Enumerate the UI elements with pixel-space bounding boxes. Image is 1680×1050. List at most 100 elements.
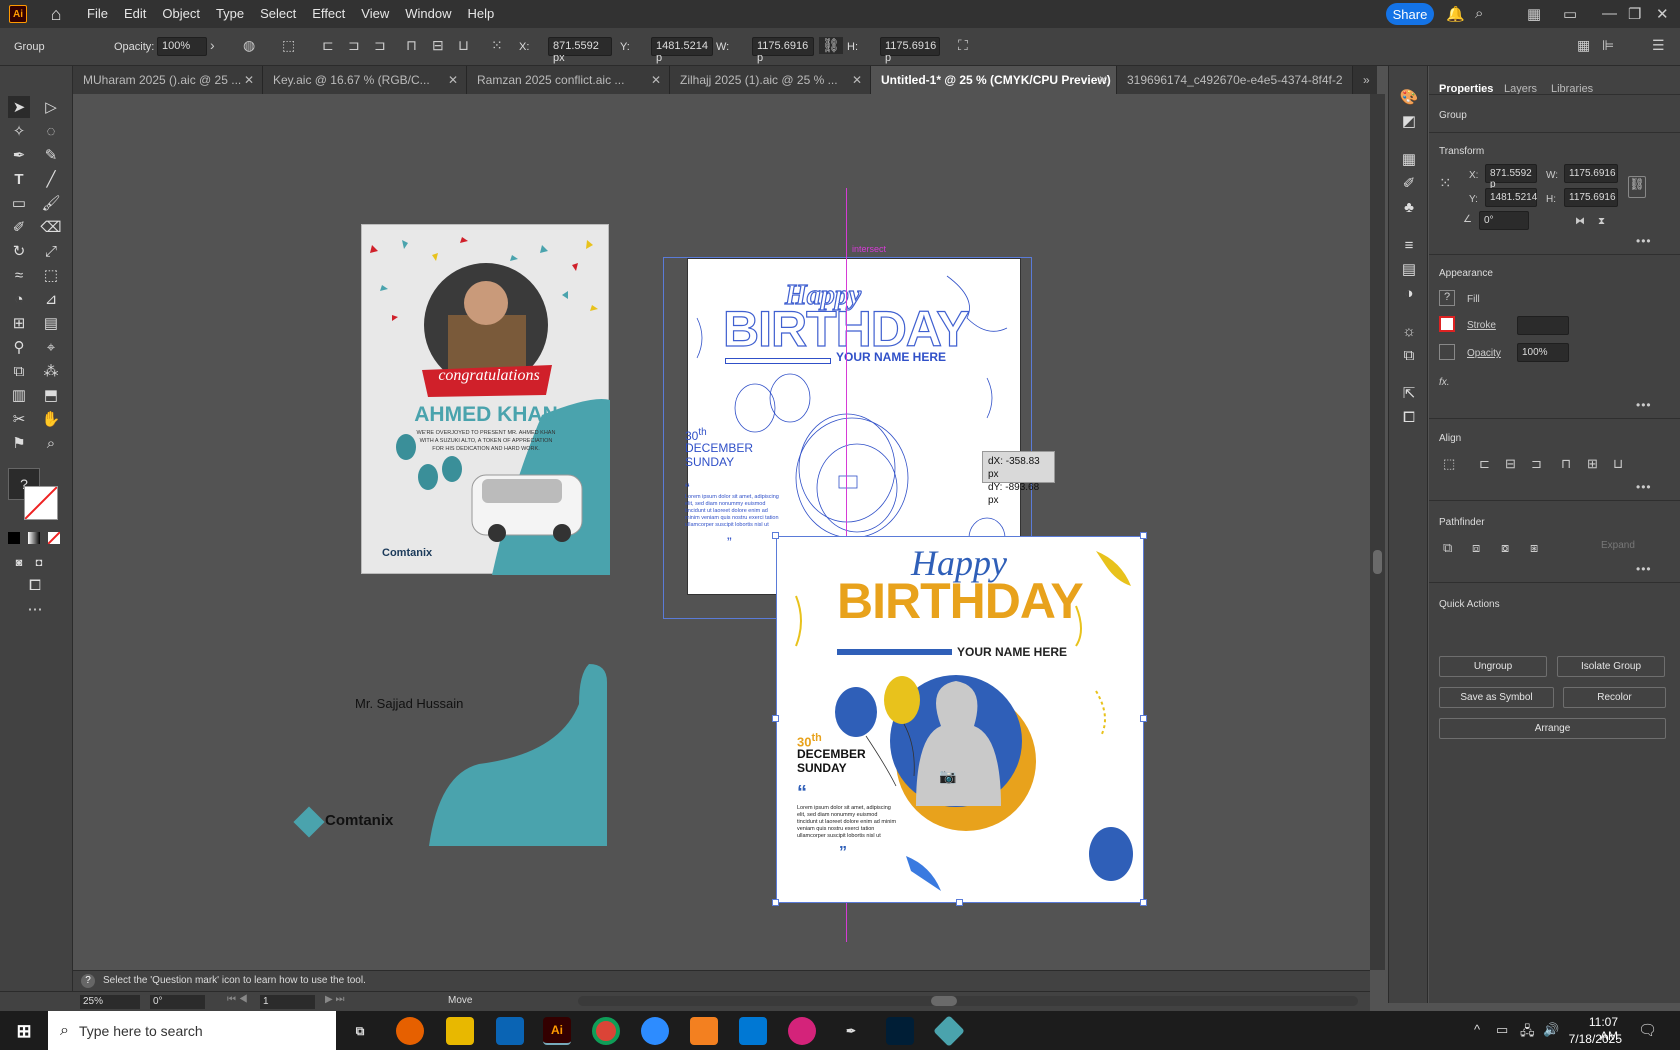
fill-question-icon[interactable]: ? — [1439, 290, 1455, 306]
taskbar-search[interactable]: ⌕ Type here to search — [48, 1011, 336, 1050]
align-bottom-icon[interactable]: ⊔ — [458, 37, 469, 54]
comtanix-app-icon[interactable] — [933, 1015, 965, 1047]
align-middle-icon[interactable]: ⊟ — [432, 37, 444, 54]
chrome-icon[interactable] — [592, 1017, 620, 1045]
shape-builder-icon[interactable]: ◔ — [8, 288, 30, 310]
align-center-icon[interactable]: ⊐ — [348, 37, 360, 54]
align-center-icon[interactable]: ⊟ — [1505, 456, 1516, 472]
opacity-label[interactable]: Opacity — [1467, 348, 1501, 359]
reference-point-icon[interactable]: ⁙ — [491, 37, 503, 54]
free-transform-icon[interactable]: ⬚ — [40, 264, 62, 286]
magic-wand-icon[interactable]: ✧ — [8, 120, 30, 142]
minus-front-icon[interactable]: ⧈ — [1472, 540, 1480, 556]
draw-behind-icon[interactable]: ◘ — [28, 552, 50, 574]
stroke-label[interactable]: Stroke — [1467, 320, 1496, 331]
gradient-panel-icon[interactable]: ▤ — [1398, 258, 1420, 280]
gradient-swatch[interactable] — [28, 532, 40, 544]
resize-handle[interactable] — [956, 899, 963, 906]
menu-effect[interactable]: Effect — [304, 0, 353, 28]
tab-doc-3[interactable]: Ramzan 2025 conflict.aic ... ✕ — [467, 66, 670, 94]
none-swatch[interactable] — [47, 531, 61, 545]
menu-help[interactable]: Help — [459, 0, 502, 28]
close-icon[interactable]: ✕ — [448, 73, 458, 87]
tab-doc-4[interactable]: Zilhajj 2025 (1).aic @ 25 % ... ✕ — [670, 66, 871, 94]
artwork-congratulations[interactable]: congratulations AHMED KHAN WE'RE OVERJOY… — [361, 224, 610, 575]
fx-button[interactable]: fx. — [1439, 377, 1450, 388]
recolor-button[interactable]: Recolor — [1563, 687, 1666, 708]
rotation-field[interactable]: 0° — [150, 995, 205, 1009]
rotate-tool-icon[interactable]: ↻ — [8, 240, 30, 262]
flip-vertical-icon[interactable]: ⧗ — [1598, 216, 1605, 227]
vscode-icon[interactable] — [496, 1017, 524, 1045]
creative-cloud-icon[interactable] — [788, 1017, 816, 1045]
align-top-icon[interactable]: ⊓ — [1561, 456, 1571, 472]
y-field[interactable]: 1481.5214 p — [651, 37, 713, 64]
slice-tool-icon[interactable]: ✂ — [8, 408, 30, 430]
menu-window[interactable]: Window — [397, 0, 459, 28]
transform-x-field[interactable]: 871.5592 p — [1485, 164, 1537, 190]
transform-y-field[interactable]: 1481.5214 — [1485, 188, 1537, 207]
align-to-icon[interactable]: ⬚ — [1443, 456, 1455, 472]
menu-type[interactable]: Type — [208, 0, 252, 28]
direct-selection-tool-icon[interactable]: ▷ — [40, 96, 62, 118]
type-tool-icon[interactable]: T — [8, 168, 30, 190]
close-icon[interactable]: ✕ — [244, 73, 254, 87]
tab-doc-6[interactable]: 319696174_c492670e-e4e5-4374-8f4f-2 — [1117, 66, 1353, 94]
task-view-icon[interactable]: ⧉ — [346, 1017, 374, 1045]
close-icon[interactable]: ✕ — [1656, 5, 1669, 23]
puppet-warp-icon[interactable]: ⚑ — [8, 432, 30, 454]
panel-options-icon[interactable]: ⊫ — [1602, 37, 1614, 54]
arrange-icon[interactable]: ▦ — [1577, 37, 1590, 54]
tab-doc-active[interactable]: Untitled-1* @ 25 % (CMYK/CPU Preview) ✕ — [871, 66, 1117, 94]
menu-object[interactable]: Object — [154, 0, 208, 28]
stroke-swatch[interactable] — [24, 486, 58, 520]
arrange-button[interactable]: Arrange — [1439, 718, 1666, 739]
graphic-styles-icon[interactable]: ⧉ — [1398, 344, 1420, 366]
link-icon[interactable]: ⛓ — [819, 37, 843, 54]
lasso-icon[interactable]: ◌ — [40, 120, 62, 142]
selection-tool-icon[interactable]: ➤ — [8, 96, 30, 118]
minimize-icon[interactable]: — — [1602, 5, 1617, 22]
graph-tool-icon[interactable]: ▥ — [8, 384, 30, 406]
transform-w-field[interactable]: 1175.6916 — [1564, 164, 1618, 183]
recolor-icon[interactable]: ◍ — [243, 37, 255, 54]
unite-icon[interactable]: ⧉ — [1443, 540, 1452, 556]
scroll-thumb[interactable] — [931, 996, 957, 1006]
windows-start-icon[interactable]: ⊞ — [10, 1017, 38, 1045]
chevron-right-icon[interactable]: › — [210, 37, 215, 53]
more-options-icon[interactable]: ••• — [1636, 234, 1652, 248]
photoshop-icon[interactable] — [886, 1017, 914, 1045]
prev-artboard-icon[interactable]: ⏮ ◀ — [227, 994, 248, 1005]
vertical-scrollbar[interactable] — [1370, 94, 1385, 970]
draw-normal-icon[interactable]: ◙ — [8, 552, 30, 574]
resize-handle[interactable] — [772, 899, 779, 906]
artboard-tool-icon[interactable]: ⬒ — [40, 384, 62, 406]
measure-icon[interactable]: ⌖ — [40, 336, 62, 358]
warp-tool-icon[interactable]: ≈ — [8, 264, 30, 286]
teal-shape[interactable] — [429, 664, 619, 846]
exclude-icon[interactable]: ⧆ — [1530, 540, 1538, 556]
color-guide-icon[interactable]: ◩ — [1398, 110, 1420, 132]
share-button[interactable]: Share — [1386, 3, 1434, 25]
artboards-panel-icon[interactable]: ⧠ — [1398, 406, 1420, 428]
menu-view[interactable]: View — [353, 0, 397, 28]
gradient-tool-icon[interactable]: ▤ — [40, 312, 62, 334]
volume-icon[interactable]: 🔊 — [1543, 1022, 1559, 1038]
artboard-field[interactable]: 1 — [260, 995, 315, 1009]
resize-handle[interactable] — [1140, 715, 1147, 722]
transform-h-field[interactable]: 1175.6916 — [1564, 188, 1618, 207]
color-swatch[interactable] — [8, 532, 20, 544]
color-panel-icon[interactable]: 🎨 — [1398, 86, 1420, 108]
workspace-icon[interactable]: ▭ — [1563, 5, 1577, 23]
save-as-symbol-button[interactable]: Save as Symbol — [1439, 687, 1554, 708]
next-artboard-icon[interactable]: ▶ ⏭ — [325, 994, 344, 1005]
transparency-icon[interactable]: ◑ — [1398, 282, 1420, 304]
tab-doc-2[interactable]: Key.aic @ 16.67 % (RGB/C... ✕ — [263, 66, 467, 94]
perspective-grid-icon[interactable]: ⊿ — [40, 288, 62, 310]
align-right-icon[interactable]: ⊐ — [1531, 456, 1542, 472]
menu-file[interactable]: File — [79, 0, 116, 28]
zoom-field[interactable]: 25% — [80, 995, 140, 1009]
home-icon[interactable]: ⌂ — [45, 3, 67, 25]
zoom-tool-icon[interactable]: ⌕ — [40, 432, 62, 454]
transform-icon[interactable]: ⛶ — [958, 37, 968, 54]
